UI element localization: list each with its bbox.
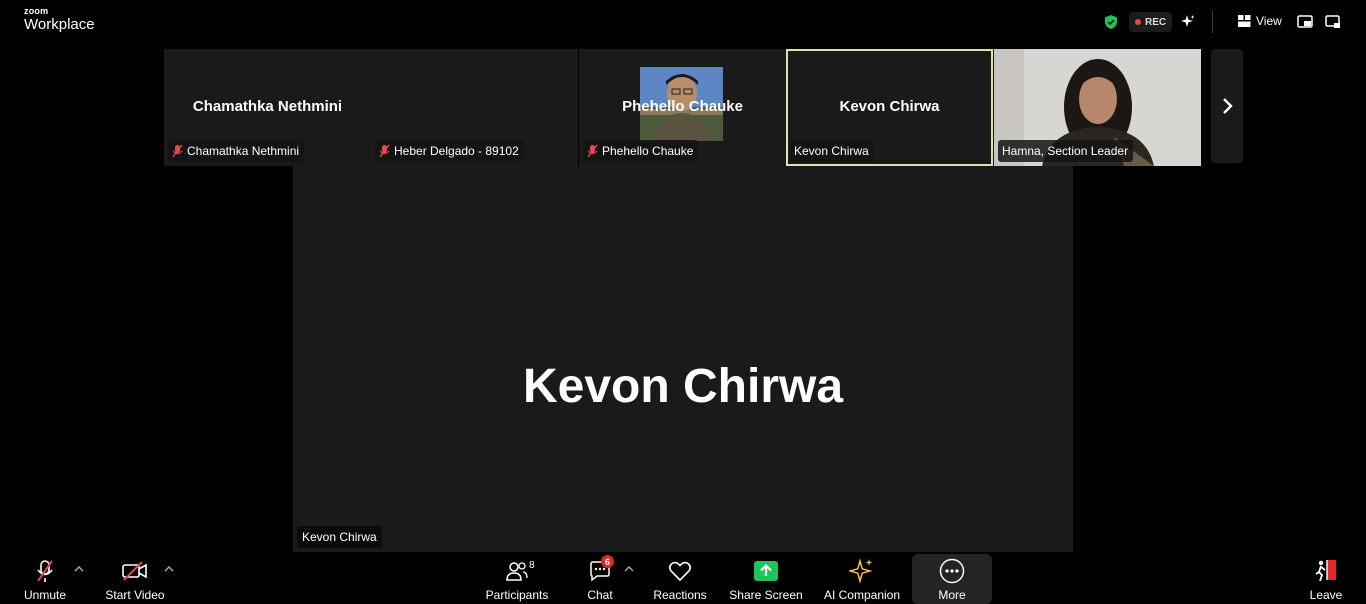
participant-label-text: Heber Delgado - 89102 bbox=[394, 144, 519, 158]
mic-muted-icon bbox=[379, 144, 390, 158]
ai-companion-button[interactable]: AI Companion bbox=[822, 552, 902, 604]
logo-workplace-text: Workplace bbox=[24, 16, 95, 33]
share-screen-button[interactable]: Share Screen bbox=[728, 552, 804, 604]
participant-label: Kevon Chirwa bbox=[790, 140, 874, 162]
chat-unread-badge: 6 bbox=[601, 555, 614, 568]
leave-button[interactable]: Leave bbox=[1306, 552, 1346, 604]
participant-tile[interactable]: Chamathka Nethmini Chamathka Nethmini bbox=[164, 49, 371, 166]
shield-check-icon[interactable] bbox=[1103, 14, 1119, 35]
more-label: More bbox=[938, 588, 966, 602]
active-speaker-name: Kevon Chirwa bbox=[522, 360, 844, 413]
leave-label: Leave bbox=[1309, 588, 1343, 602]
reactions-button[interactable]: Reactions bbox=[652, 552, 708, 604]
tile-divider bbox=[578, 49, 579, 166]
participant-name: Chamathka Nethmini bbox=[192, 98, 343, 115]
video-options-chevron-up-icon[interactable] bbox=[164, 560, 174, 578]
recording-indicator[interactable]: REC bbox=[1129, 12, 1173, 32]
share-screen-icon bbox=[754, 556, 778, 586]
rec-label: REC bbox=[1145, 16, 1167, 28]
next-page-button[interactable] bbox=[1211, 49, 1243, 163]
participant-tile[interactable]: Heber Delgado - 89102 bbox=[371, 49, 723, 166]
more-dots-icon bbox=[939, 556, 965, 586]
leave-door-icon bbox=[1313, 556, 1339, 586]
participant-name: Kevon Chirwa bbox=[839, 98, 940, 115]
logo-zoom-text: zoom bbox=[24, 6, 49, 16]
recording-dot-icon bbox=[1135, 19, 1141, 25]
start-video-label: Start Video bbox=[105, 588, 165, 602]
chevron-right-icon bbox=[1223, 98, 1233, 114]
participant-label: Chamathka Nethmini bbox=[168, 140, 305, 162]
more-button[interactable]: More bbox=[912, 552, 992, 604]
chat-options-chevron-up-icon[interactable] bbox=[624, 560, 634, 578]
mic-muted-icon bbox=[172, 144, 183, 158]
sparkle-icon[interactable] bbox=[1180, 14, 1196, 35]
ai-sparkle-icon bbox=[849, 556, 875, 586]
ai-companion-label: AI Companion bbox=[823, 588, 901, 602]
heart-icon bbox=[668, 556, 692, 586]
participant-label: Phehello Chauke bbox=[583, 140, 699, 162]
unmute-label: Unmute bbox=[23, 588, 67, 602]
view-label: View bbox=[1256, 14, 1282, 28]
participant-label: Heber Delgado - 89102 bbox=[375, 140, 524, 162]
mic-muted-icon bbox=[35, 556, 55, 586]
participant-label-text: Phehello Chauke bbox=[602, 144, 694, 158]
zoom-logo: zoom Workplace bbox=[24, 6, 95, 33]
share-screen-label: Share Screen bbox=[729, 588, 803, 602]
audio-options-chevron-up-icon[interactable] bbox=[74, 560, 84, 578]
minimize-icon[interactable] bbox=[1325, 15, 1341, 34]
active-speaker-label: Kevon Chirwa bbox=[297, 526, 382, 548]
participant-label: Hamna, Section Leader bbox=[998, 140, 1134, 162]
participant-label-text: Hamna, Section Leader bbox=[1002, 144, 1129, 158]
participant-label-text: Kevon Chirwa bbox=[794, 144, 869, 158]
participant-tile[interactable]: Hamna, Section Leader bbox=[994, 49, 1201, 166]
unmute-button[interactable]: Unmute bbox=[20, 552, 70, 604]
thumbnail-strip: Chamathka Nethmini Chamathka Nethmini He… bbox=[164, 49, 1201, 166]
active-speaker-view: Kevon Chirwa Kevon Chirwa bbox=[293, 166, 1073, 552]
view-button[interactable]: View bbox=[1238, 14, 1282, 28]
participant-name: Phehello Chauke bbox=[622, 98, 743, 115]
participant-tile[interactable]: Phehello Chauke Phehello Chauke bbox=[579, 49, 786, 166]
reactions-label: Reactions bbox=[653, 588, 707, 602]
participant-tile-active[interactable]: Kevon Chirwa Kevon Chirwa bbox=[786, 49, 993, 166]
participants-label: Participants bbox=[485, 588, 549, 602]
chat-button[interactable]: Chat bbox=[580, 552, 620, 604]
topbar-divider bbox=[1212, 11, 1213, 33]
participant-label-text: Chamathka Nethmini bbox=[187, 144, 300, 158]
view-grid-icon bbox=[1238, 15, 1251, 27]
participants-count: 8 bbox=[529, 560, 535, 571]
mic-muted-icon bbox=[587, 144, 598, 158]
picture-in-picture-icon[interactable] bbox=[1297, 15, 1313, 34]
chat-label: Chat bbox=[587, 588, 613, 602]
participants-button[interactable]: Participants bbox=[484, 552, 550, 604]
start-video-button[interactable]: Start Video bbox=[103, 552, 167, 604]
video-off-icon bbox=[122, 556, 148, 586]
participants-icon bbox=[505, 556, 529, 586]
